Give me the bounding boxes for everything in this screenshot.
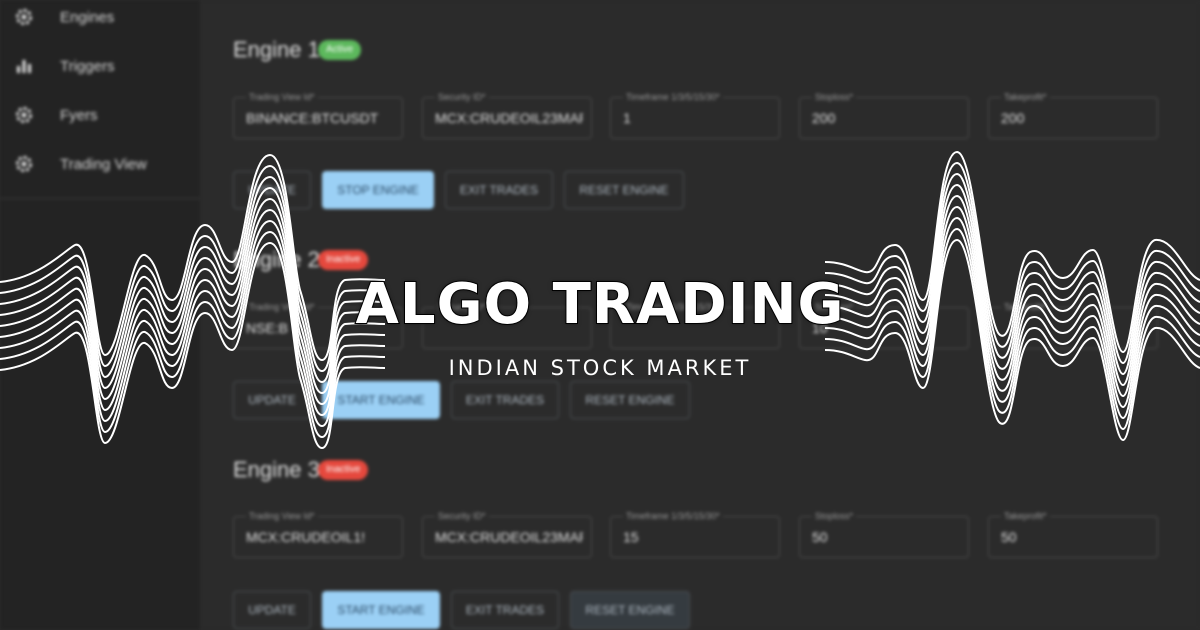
wave-line (0, 164, 385, 373)
banner-subtitle: INDIAN STOCK MARKET (448, 356, 752, 380)
title-overlay: ALGO TRADING INDIAN STOCK MARKET (0, 0, 1200, 630)
banner-title: ALGO TRADING (355, 271, 845, 338)
